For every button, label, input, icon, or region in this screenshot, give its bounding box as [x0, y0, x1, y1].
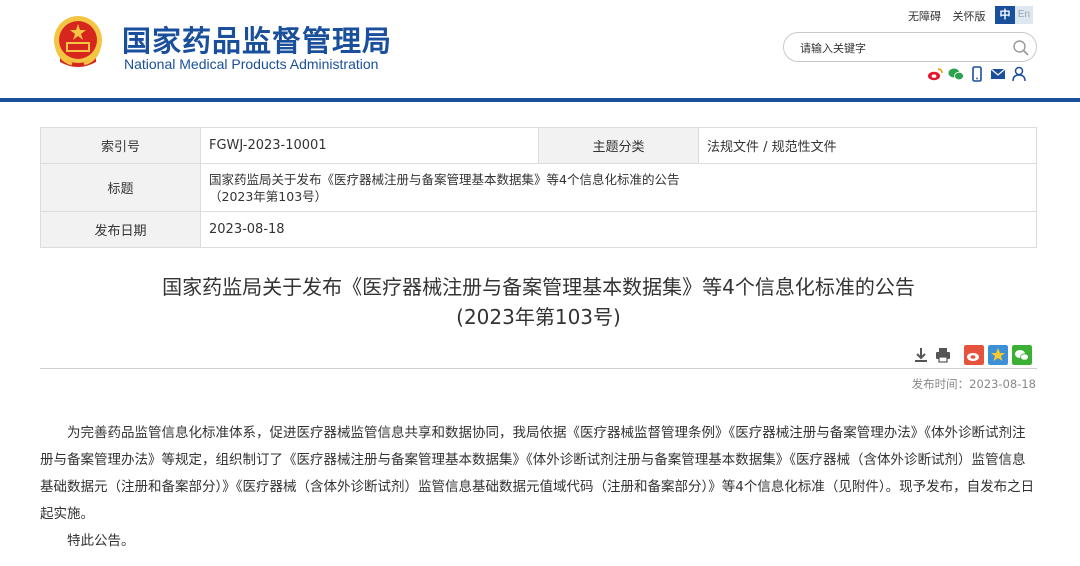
site-name-cn[interactable]: 国家药品监督管理局	[122, 18, 392, 60]
title-value-line2: （2023年第103号）	[209, 188, 328, 204]
index-value: FGWJ-2023-10001	[200, 127, 539, 164]
index-label: 索引号	[40, 127, 201, 164]
category-label: 主题分类	[538, 127, 699, 164]
title-label: 标题	[40, 163, 201, 212]
download-icon[interactable]	[912, 346, 930, 364]
date-label: 发布日期	[40, 211, 201, 248]
article-body: 为完善药品监管信息化标准体系，促进医疗器械监管信息共享和数据协同，我局依据《医疗…	[40, 420, 1037, 555]
accessibility-link[interactable]: 无障碍	[908, 10, 941, 23]
share-qzone-icon[interactable]	[988, 345, 1008, 365]
search-icon[interactable]	[1012, 39, 1030, 57]
article-title: 国家药监局关于发布《医疗器械注册与备案管理基本数据集》等4个信息化标准的公告 (…	[40, 272, 1037, 332]
elder-mode-link[interactable]: 关怀版	[953, 10, 986, 23]
article-title-line2: (2023年第103号)	[456, 305, 621, 329]
national-emblem-icon	[54, 16, 102, 67]
article-tools	[912, 345, 1032, 365]
lang-en-button[interactable]: En	[1015, 6, 1033, 24]
category-value: 法规文件 / 规范性文件	[698, 127, 1037, 164]
mobile-icon[interactable]	[969, 66, 985, 82]
search-input[interactable]	[800, 38, 1000, 58]
print-icon[interactable]	[934, 346, 952, 364]
site-header: 国家药品监督管理局 National Medical Products Admi…	[0, 0, 1080, 98]
date-value: 2023-08-18	[200, 211, 1037, 248]
article-paragraph: 特此公告。	[67, 533, 135, 549]
language-switch: 中 En	[995, 6, 1033, 24]
site-name-en[interactable]: National Medical Products Administration	[124, 56, 378, 72]
wechat-icon[interactable]	[948, 66, 964, 82]
article-paragraph: 为完善药品监管信息化标准体系，促进医疗器械监管信息共享和数据协同，我局依据《医疗…	[40, 425, 1035, 522]
mail-icon[interactable]	[990, 66, 1006, 82]
article-divider	[40, 368, 1037, 369]
search-box	[783, 32, 1037, 62]
document-info-table: 索引号 FGWJ-2023-10001 主题分类 法规文件 / 规范性文件 标题…	[40, 127, 1037, 248]
weibo-icon[interactable]	[927, 66, 943, 82]
publish-time: 发布时间：2023-08-18	[911, 377, 1036, 391]
title-value-line1: 国家药监局关于发布《医疗器械注册与备案管理基本数据集》等4个信息化标准的公告	[209, 171, 680, 187]
lang-cn-button[interactable]: 中	[995, 6, 1015, 24]
title-value: 国家药监局关于发布《医疗器械注册与备案管理基本数据集》等4个信息化标准的公告 （…	[200, 163, 1037, 212]
user-icon[interactable]	[1011, 66, 1027, 82]
header-divider-bar	[0, 98, 1080, 102]
top-links: 无障碍 关怀版	[908, 8, 994, 24]
social-links	[927, 66, 1027, 82]
article-title-line1: 国家药监局关于发布《医疗器械注册与备案管理基本数据集》等4个信息化标准的公告	[162, 275, 915, 299]
share-weibo-icon[interactable]	[964, 345, 984, 365]
share-wechat-icon[interactable]	[1012, 345, 1032, 365]
